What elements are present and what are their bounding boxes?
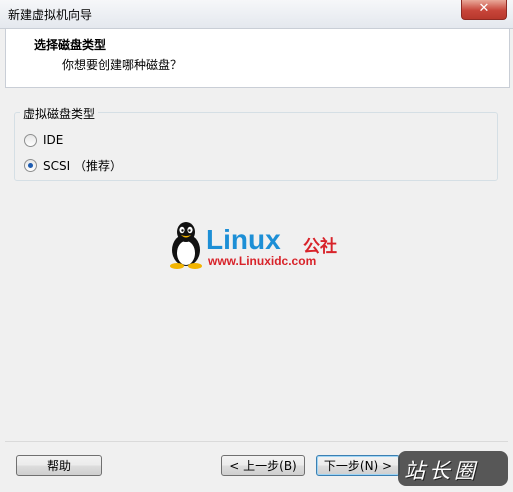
radio-scsi[interactable]: SCSI （推荐） [24, 157, 122, 174]
next-button[interactable]: 下一步(N) > [316, 455, 400, 476]
watermark-text: 站长圈 [404, 459, 479, 483]
radio-label-ide: IDE [43, 133, 64, 147]
close-icon: ✕ [478, 1, 490, 16]
wizard-window: 新建虚拟机向导 ✕ 选择磁盘类型 你想要创建哪种磁盘？ 虚拟磁盘类型 IDE S… [0, 0, 513, 492]
watermark: 站长圈 [398, 451, 508, 486]
page-subtitle: 你想要创建哪种磁盘？ [62, 58, 183, 72]
window-title: 新建虚拟机向导 [8, 8, 93, 22]
title-bar: 新建虚拟机向导 ✕ [0, 0, 513, 29]
help-button[interactable]: 帮助 [16, 455, 102, 476]
radio-ide[interactable]: IDE [24, 133, 63, 147]
footer-divider [5, 441, 508, 442]
group-legend: 虚拟磁盘类型 [20, 105, 99, 122]
logo-url: www.Linuxidc.com [208, 254, 317, 268]
back-button[interactable]: < 上一步(B) [221, 455, 305, 476]
radio-button-ide[interactable] [24, 133, 37, 147]
radio-button-scsi[interactable] [24, 159, 37, 172]
page-title: 选择磁盘类型 [34, 38, 107, 52]
close-button[interactable]: ✕ [461, 0, 507, 20]
wizard-header: 选择磁盘类型 你想要创建哪种磁盘？ [5, 29, 510, 88]
logo-brand: Linux [206, 224, 281, 255]
radio-label-scsi: SCSI （推荐） [43, 159, 122, 173]
tux-penguin-icon [170, 222, 202, 269]
linuxidc-logo: Linux 公社 www.Linuxidc.com [166, 220, 356, 272]
